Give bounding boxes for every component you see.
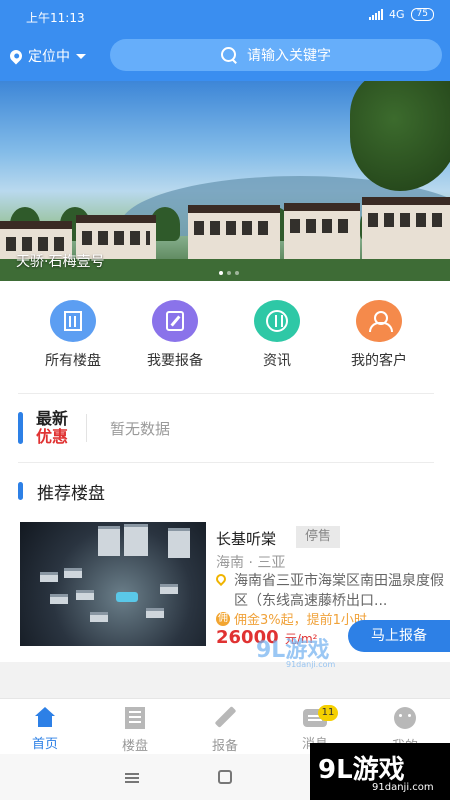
customers-icon (356, 300, 402, 342)
tab-home[interactable]: 首页 (0, 699, 90, 754)
menu-icon[interactable] (125, 773, 139, 783)
search-placeholder: 请输入关键字 (247, 48, 331, 64)
banner-villa (188, 205, 280, 267)
menu-my-customers[interactable]: 我的客户 (328, 300, 430, 370)
profile-icon (394, 707, 416, 729)
divider (18, 393, 434, 394)
promo-title-line2: 优惠 (36, 427, 69, 446)
location-selector[interactable]: 定位中 (7, 46, 86, 66)
banner-caption: 天骄·石梅壹号 (16, 254, 105, 270)
banner-villa (284, 203, 360, 267)
property-region: 海南 · 三亚 (216, 555, 286, 571)
menu-report[interactable]: 我要报备 (124, 300, 226, 370)
section-marker (18, 482, 23, 500)
promo-empty-text: 暂无数据 (110, 420, 171, 438)
watermark-domain: 91danji.com (372, 782, 434, 793)
menu-label: 所有楼盘 (45, 353, 101, 369)
status-indicators: 4G 75 (369, 8, 434, 21)
section-title: 推荐楼盘 (37, 483, 105, 504)
chevron-down-icon (76, 53, 86, 59)
status-bar: 上午11:13 4G 75 (0, 0, 450, 32)
network-type: 4G (389, 8, 405, 21)
watermark-domain: 91danji.com (286, 660, 336, 669)
latest-promotions: 最新 优惠 暂无数据 (18, 410, 434, 446)
tab-properties[interactable]: 楼盘 (90, 699, 180, 754)
promo-banner[interactable]: 天骄·石梅壹号 (0, 81, 450, 281)
property-address: 海南省三亚市海棠区南田温泉度假区（东线高速藤桥出口... (234, 573, 444, 609)
location-pin-icon (213, 571, 229, 587)
pen-icon (214, 707, 236, 729)
divider (18, 462, 434, 463)
menu-label: 资讯 (263, 353, 291, 369)
menu-label: 我要报备 (147, 353, 203, 369)
commission-text: 佣金3%起，提前1小时 (234, 613, 367, 628)
property-image (20, 522, 206, 646)
watermark-brand: 9L游戏 (318, 755, 405, 785)
quick-menu: 所有楼盘 我要报备 资讯 我的客户 (0, 300, 450, 370)
recommended-section-title: 推荐楼盘 (18, 480, 105, 504)
home-icon (34, 707, 56, 727)
tab-report[interactable]: 报备 (180, 699, 270, 754)
app-header: 定位中 请输入关键字 (0, 37, 450, 75)
status-time: 上午11:13 (26, 11, 85, 25)
menu-news[interactable]: 资讯 (226, 300, 328, 370)
battery-icon: 75 (410, 8, 434, 21)
commission-icon: 佣 (216, 612, 230, 626)
location-pin-icon (7, 47, 25, 65)
search-input[interactable]: 请输入关键字 (110, 39, 442, 71)
tab-label: 楼盘 (121, 739, 148, 754)
signal-icon (369, 9, 384, 20)
building-icon (125, 707, 145, 729)
vertical-divider (86, 414, 87, 442)
edit-doc-icon (152, 300, 198, 342)
home-square-icon[interactable] (218, 770, 232, 784)
report-now-button[interactable]: 马上报备 (348, 620, 450, 652)
menu-label: 我的客户 (351, 353, 407, 369)
search-icon (221, 47, 237, 63)
corner-watermark: 9L游戏 91danji.com (310, 743, 450, 800)
tab-label: 首页 (31, 737, 58, 752)
news-icon (254, 300, 300, 342)
promo-title-line1: 最新 (36, 409, 69, 428)
section-marker (18, 412, 23, 444)
status-badge: 停售 (296, 526, 340, 548)
banner-villa (362, 197, 450, 267)
tab-label: 报备 (211, 739, 238, 754)
property-name: 长基听棠 (216, 530, 277, 548)
menu-all-properties[interactable]: 所有楼盘 (22, 300, 124, 370)
location-label: 定位中 (28, 49, 70, 65)
top-header-area: 上午11:13 4G 75 定位中 请输入关键字 (0, 0, 450, 81)
banner-tree (350, 81, 450, 191)
message-count-badge: 11 (318, 705, 338, 721)
building-icon (50, 300, 96, 342)
content-spacer (0, 662, 450, 698)
banner-pagination (219, 271, 239, 275)
